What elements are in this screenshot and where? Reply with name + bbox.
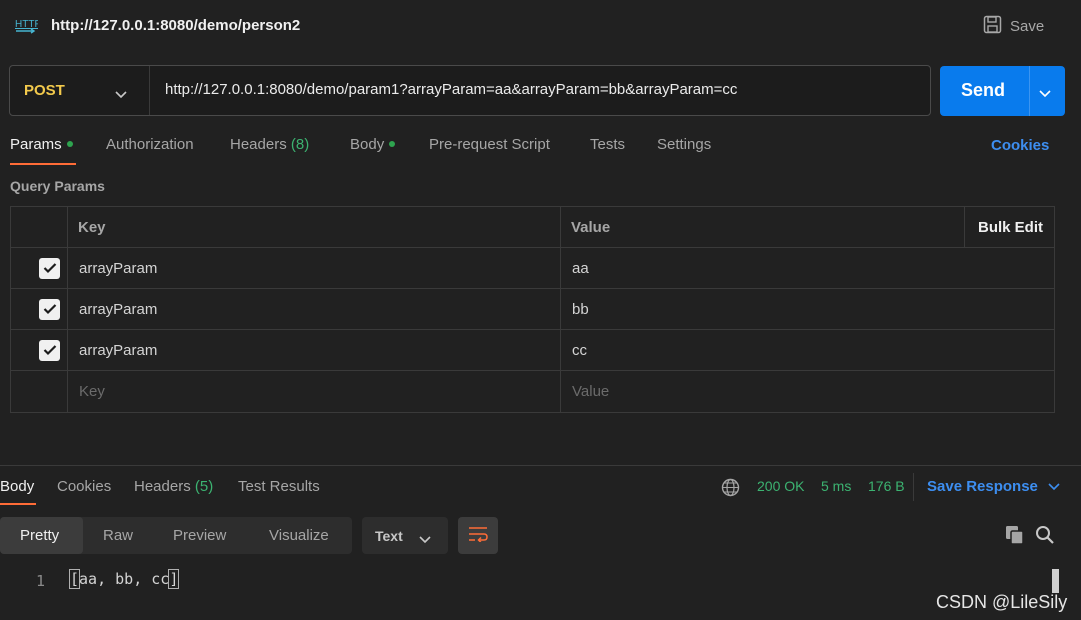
tab-settings[interactable]: Settings <box>657 136 711 153</box>
tab-authorization[interactable]: Authorization <box>106 136 194 153</box>
response-tab-body[interactable]: Body <box>0 478 36 505</box>
save-button[interactable]: Save <box>983 15 1044 38</box>
tab-params[interactable]: Params <box>10 136 76 165</box>
request-tabs: Params Authorization Headers (8) Body Pr… <box>0 136 1081 168</box>
response-time[interactable]: 5 ms <box>821 478 851 494</box>
method-select[interactable]: POST <box>10 66 150 115</box>
svg-text:HTTP: HTTP <box>15 19 38 30</box>
chevron-down-icon <box>1048 478 1060 495</box>
view-visualize-button[interactable]: Visualize <box>269 517 329 554</box>
request-title[interactable]: http://127.0.0.1:8080/demo/person2 <box>51 17 300 34</box>
param-checkbox[interactable] <box>39 248 60 288</box>
tab-params-label: Params <box>10 136 62 153</box>
send-options-chevron-icon[interactable] <box>1039 85 1051 102</box>
http-request-icon: HTTP <box>14 16 41 36</box>
response-tab-test-results[interactable]: Test Results <box>238 478 320 495</box>
method-label: POST <box>24 82 65 99</box>
column-divider <box>964 207 965 247</box>
tab-headers[interactable]: Headers (8) <box>230 136 309 153</box>
tab-active-underline <box>0 503 36 505</box>
new-key-input[interactable]: Key <box>79 371 105 411</box>
response-body-editor[interactable]: 1 [aa, bb, cc] <box>0 568 1081 594</box>
line-number: 1 <box>36 572 46 590</box>
tab-headers-label: Headers <box>230 136 287 153</box>
checkbox-checked-icon <box>39 298 60 320</box>
globe-icon[interactable] <box>721 478 740 501</box>
save-response-label: Save Response <box>927 478 1038 495</box>
wrap-lines-button[interactable] <box>458 517 498 554</box>
watermark: CSDN @LileSily <box>936 592 1068 612</box>
new-value-input[interactable]: Value <box>572 371 609 411</box>
param-value[interactable]: bb <box>572 289 589 329</box>
checkbox-checked-icon <box>39 257 60 279</box>
send-label: Send <box>961 80 1006 100</box>
response-body-values: aa, bb, cc <box>79 570 170 588</box>
save-response-button[interactable]: Save Response <box>927 478 1060 495</box>
response-headers-count: (5) <box>194 478 214 495</box>
response-size[interactable]: 176 B <box>868 478 905 494</box>
url-input[interactable]: http://127.0.0.1:8080/demo/param1?arrayP… <box>165 81 737 98</box>
body-active-dot <box>389 141 396 148</box>
title-bar: HTTP http://127.0.0.1:8080/demo/person2 … <box>0 0 1081 52</box>
query-params-table: Key Value Bulk Edit arrayParam aa arrayP… <box>10 206 1055 413</box>
view-preview-button[interactable]: Preview <box>173 517 226 554</box>
bracket-close: ] <box>168 569 180 589</box>
table-row: arrayParam bb <box>11 289 1054 330</box>
tab-tests[interactable]: Tests <box>590 136 625 153</box>
response-body-text: [aa, bb, cc] <box>68 569 180 589</box>
tab-active-underline <box>10 163 76 165</box>
response-tab-cookies[interactable]: Cookies <box>57 478 111 495</box>
send-divider <box>1029 66 1030 116</box>
view-raw-button[interactable]: Raw <box>103 517 133 554</box>
format-select[interactable]: Text <box>362 517 448 554</box>
pane-divider[interactable] <box>0 465 1081 466</box>
response-tab-headers-label: Headers <box>134 478 191 495</box>
checkbox-checked-icon <box>39 339 60 361</box>
cookies-link[interactable]: Cookies <box>991 137 1049 154</box>
param-checkbox[interactable] <box>39 289 60 329</box>
params-active-dot <box>66 141 73 148</box>
format-label: Text <box>375 527 403 544</box>
headers-count: (8) <box>290 136 310 153</box>
scrollbar-thumb[interactable] <box>1052 569 1059 593</box>
table-row: arrayParam cc <box>11 330 1054 371</box>
tab-body-label: Body <box>350 136 385 153</box>
bracket-open: [ <box>68 569 81 589</box>
response-tab-headers[interactable]: Headers (5) <box>134 478 213 495</box>
chevron-down-icon <box>419 531 431 547</box>
status-divider <box>913 473 914 501</box>
copy-icon[interactable] <box>1005 525 1025 549</box>
query-params-heading: Query Params <box>10 178 105 194</box>
chevron-down-icon <box>115 86 127 103</box>
view-pretty-button[interactable]: Pretty <box>0 517 83 554</box>
table-header-row: Key Value Bulk Edit <box>11 207 1054 248</box>
param-key[interactable]: arrayParam <box>79 330 157 370</box>
wrap-lines-icon <box>468 526 488 546</box>
param-key[interactable]: arrayParam <box>79 289 157 329</box>
param-checkbox[interactable] <box>39 330 60 370</box>
tab-prerequest-script[interactable]: Pre-request Script <box>429 136 550 153</box>
tab-body[interactable]: Body <box>350 136 396 153</box>
status-code[interactable]: 200 OK <box>757 478 804 494</box>
bulk-edit-button[interactable]: Bulk Edit <box>978 207 1043 247</box>
param-value[interactable]: cc <box>572 330 587 370</box>
table-row-empty: Key Value <box>11 371 1054 412</box>
save-icon <box>983 15 1002 38</box>
response-tabs: Body Cookies Headers (5) Test Results <box>0 478 700 506</box>
param-value[interactable]: aa <box>572 248 589 288</box>
save-label: Save <box>1010 18 1045 35</box>
response-tab-body-label: Body <box>0 478 35 495</box>
url-bar: POST http://127.0.0.1:8080/demo/param1?a… <box>9 65 931 116</box>
search-icon[interactable] <box>1035 525 1055 549</box>
send-button[interactable]: Send <box>940 66 1065 116</box>
column-header-key: Key <box>78 218 106 236</box>
body-view-switcher: Pretty Raw Preview Visualize <box>0 517 352 554</box>
table-row: arrayParam aa <box>11 248 1054 289</box>
param-key[interactable]: arrayParam <box>79 248 157 288</box>
column-header-value: Value <box>571 218 611 236</box>
